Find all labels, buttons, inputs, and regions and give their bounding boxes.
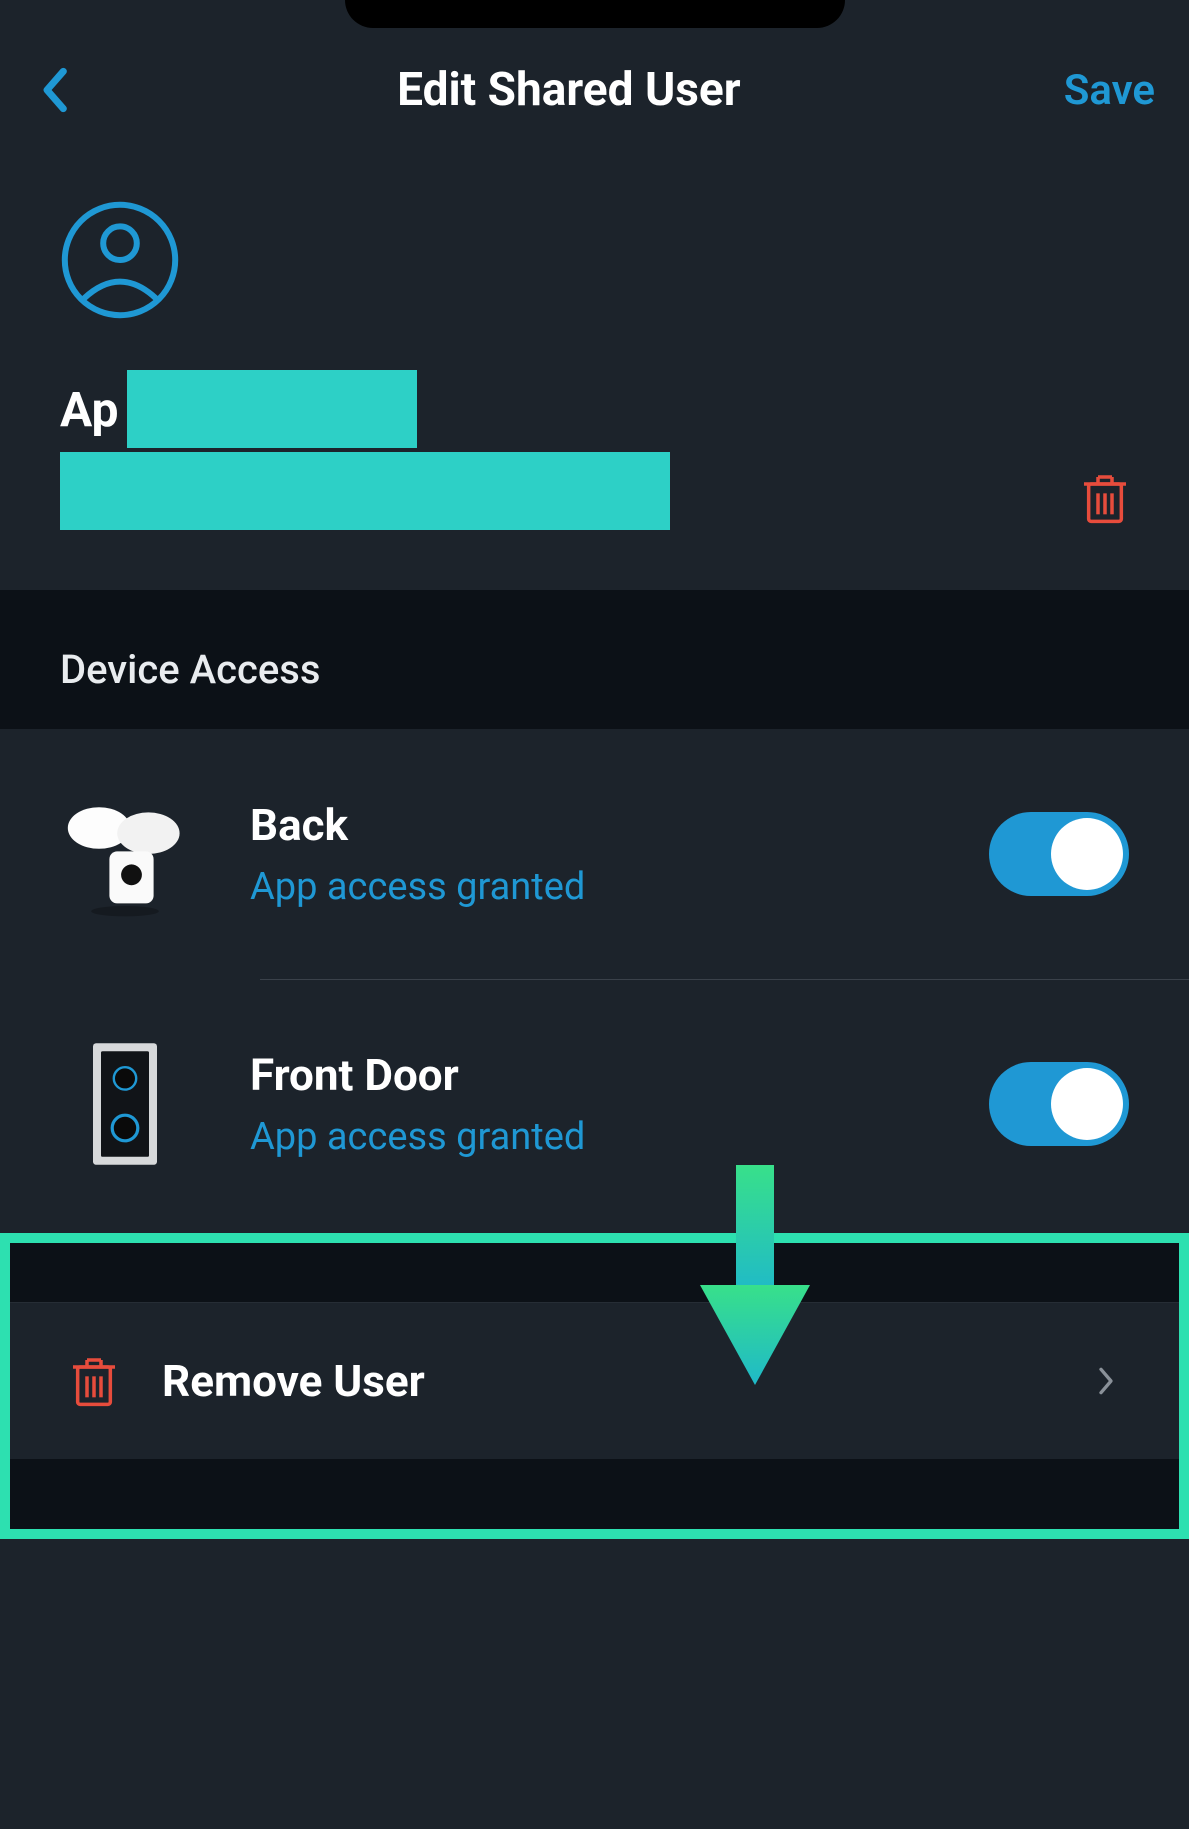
avatar-icon: [60, 200, 180, 320]
device-name: Back: [250, 799, 929, 851]
floodlight-cam-icon: [60, 789, 190, 919]
device-name: Front Door: [250, 1049, 929, 1101]
toggle-knob: [1051, 818, 1123, 890]
user-info-section: Ap: [0, 160, 1189, 590]
back-button[interactable]: [34, 60, 74, 120]
remove-user-label: Remove User: [162, 1355, 1049, 1407]
user-name-row: Ap: [60, 370, 1129, 448]
remove-user-highlight: Remove User: [0, 1233, 1189, 1539]
user-name-prefix: Ap: [60, 381, 119, 438]
device-toggle-front-door[interactable]: [989, 1062, 1129, 1146]
redacted-email: [60, 452, 670, 530]
bottom-spacer: [0, 1539, 1189, 1619]
trash-icon: [70, 1353, 118, 1409]
user-email-row: [60, 452, 1129, 530]
device-access-header: Device Access: [0, 610, 1189, 729]
device-row-back: Back App access granted: [0, 729, 1189, 979]
trash-icon: [1081, 470, 1129, 526]
save-button[interactable]: Save: [1064, 66, 1155, 115]
chevron-right-icon: [1093, 1361, 1119, 1401]
device-info: Back App access granted: [250, 799, 929, 909]
doorbell-icon: [60, 1039, 190, 1169]
phone-notch: [345, 0, 845, 28]
remove-user-row[interactable]: Remove User: [10, 1303, 1179, 1459]
device-status: App access granted: [250, 1115, 929, 1159]
chevron-left-icon: [40, 66, 68, 114]
redacted-name: [127, 370, 417, 448]
device-list: Back App access granted Front Door App a…: [0, 729, 1189, 1229]
device-toggle-back[interactable]: [989, 812, 1129, 896]
device-status: App access granted: [250, 865, 929, 909]
device-info: Front Door App access granted: [250, 1049, 929, 1159]
section-spacer: [10, 1243, 1179, 1303]
section-spacer: [0, 590, 1189, 610]
device-row-front-door: Front Door App access granted: [0, 979, 1189, 1229]
section-spacer: [10, 1459, 1179, 1529]
delete-user-button[interactable]: [1081, 470, 1129, 526]
toggle-knob: [1051, 1068, 1123, 1140]
page-title: Edit Shared User: [397, 63, 740, 117]
